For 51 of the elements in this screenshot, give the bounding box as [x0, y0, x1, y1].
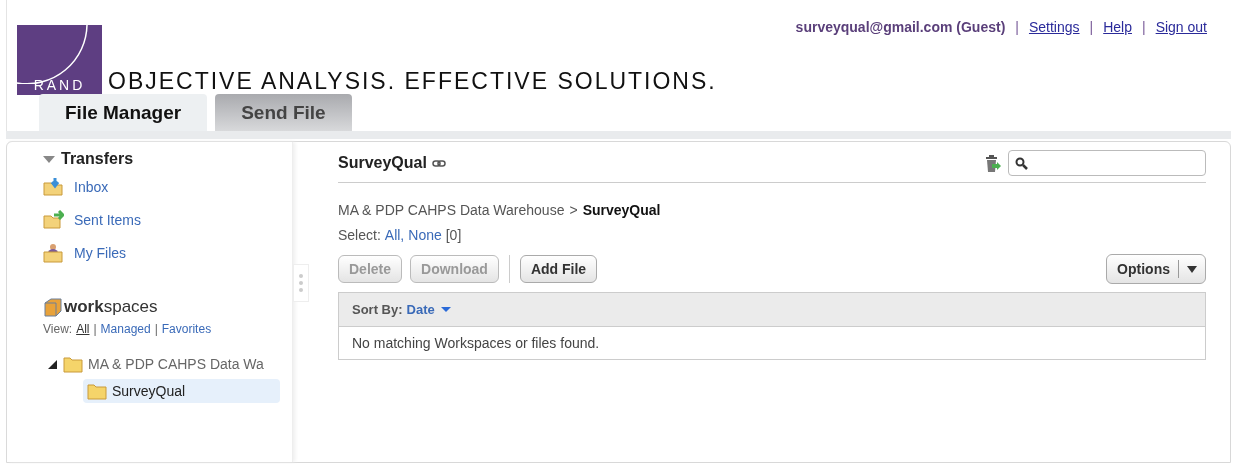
tab[interactable]: File Manager — [39, 94, 208, 131]
separator: | — [93, 322, 97, 336]
account-name: surveyqual@gmail.com (Guest) — [795, 19, 1006, 35]
sort-label: Sort By: — [352, 302, 403, 317]
folder-down-arrow-icon — [43, 177, 64, 197]
separator: | — [1142, 19, 1146, 35]
breadcrumb-separator: > — [569, 202, 578, 218]
logo-text: RAND — [33, 77, 86, 95]
selection-count: [0] — [445, 227, 462, 243]
select-label: Select: — [338, 227, 381, 243]
separator: | — [1015, 19, 1019, 35]
tagline: OBJECTIVE ANALYSIS. EFFECTIVE SOLUTIONS. — [108, 70, 717, 95]
breadcrumb-current: SurveyQual — [582, 202, 661, 218]
nav-link[interactable]: Sent Items — [74, 212, 141, 228]
separator: | — [1089, 19, 1094, 35]
view-link[interactable]: Managed — [100, 322, 151, 336]
select-all-link[interactable]: All, — [384, 227, 405, 243]
folder-person-icon — [43, 243, 64, 263]
caret-icon — [1187, 265, 1197, 273]
separator: | — [154, 322, 158, 336]
header-link[interactable]: Settings — [1028, 19, 1080, 35]
sort-dropdown[interactable]: Date — [406, 302, 451, 317]
trash-icon[interactable] — [983, 153, 1002, 173]
view-label: View: — [43, 322, 73, 336]
tree-item[interactable]: SurveyQual — [83, 379, 280, 403]
toolbar-button[interactable]: Add File — [519, 255, 598, 283]
nav-link[interactable]: Inbox — [74, 179, 109, 195]
breadcrumb-link[interactable]: MA & PDP CAHPS Data Warehouse — [338, 202, 565, 218]
select-none-link[interactable]: None — [408, 227, 442, 243]
splitter-handle[interactable] — [293, 264, 309, 302]
section-title: workspaces — [64, 297, 158, 317]
header-link[interactable]: Sign out — [1155, 19, 1207, 35]
view-link[interactable]: Favorites — [161, 322, 212, 336]
search-field[interactable] — [1008, 150, 1206, 176]
cube-icon — [43, 297, 63, 317]
folder-title: SurveyQual — [338, 154, 427, 172]
options-button[interactable]: Options — [1106, 254, 1206, 284]
folder-icon — [63, 355, 83, 373]
section-title: Transfers — [61, 150, 134, 168]
expand-triangle-icon[interactable] — [43, 155, 55, 163]
view-link[interactable]: All — [76, 322, 90, 336]
tab[interactable]: Send File — [215, 94, 352, 131]
folder-right-arrow-icon — [43, 210, 64, 230]
tree-item[interactable]: MA & PDP CAHPS Data Wa — [43, 352, 292, 376]
folder-icon — [87, 382, 107, 400]
nav-link[interactable]: My Files — [74, 245, 127, 261]
caret-icon — [440, 307, 451, 312]
link-icon — [431, 158, 446, 168]
search-icon — [1015, 156, 1028, 170]
header-link[interactable]: Help — [1103, 19, 1132, 35]
empty-message: No matching Workspaces or files found. — [338, 327, 1206, 360]
